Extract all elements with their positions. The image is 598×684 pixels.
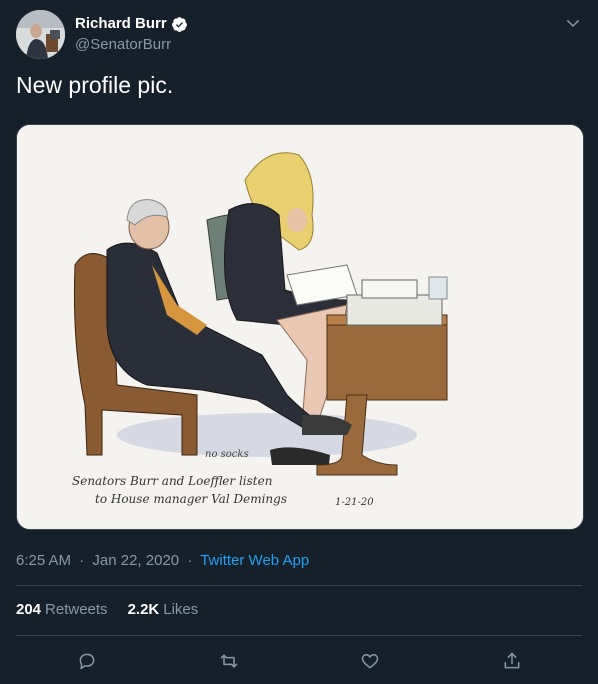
user-names: Richard Burr @SenatorBurr (75, 14, 188, 55)
sketch-caption-line-1: Senators Burr and Loeffler listen (72, 474, 272, 488)
tweet-date[interactable]: Jan 22, 2020 (92, 552, 179, 569)
sketch-date: 1-21-20 (335, 497, 374, 508)
divider (16, 635, 582, 636)
verified-badge-icon (171, 16, 188, 33)
divider (16, 585, 582, 586)
likes-stat[interactable]: 2.2K Likes (128, 600, 199, 620)
meta-separator: · (187, 552, 193, 569)
likes-count: 2.2K (127, 601, 160, 618)
tweet-header: Richard Burr @SenatorBurr (16, 10, 188, 59)
tweet-media-sketch[interactable]: no socks Senators Burr and Loeffler list… (16, 124, 584, 530)
retweets-stat[interactable]: 204 Retweets (16, 600, 108, 620)
tweet-actions (0, 648, 598, 674)
heart-icon[interactable] (357, 648, 383, 674)
tweet-meta: 6:25 AM · Jan 22, 2020 · Twitter Web App (16, 551, 309, 571)
user-handle[interactable]: @SenatorBurr (75, 35, 188, 55)
tweet-text: New profile pic. (16, 72, 174, 98)
retweets-label: Retweets (45, 601, 108, 618)
reply-icon[interactable] (74, 648, 100, 674)
meta-separator: · (79, 552, 85, 569)
tweet-detail: Richard Burr @SenatorBurr New profile pi… (0, 0, 598, 684)
sketch-caption-line-2: to House manager Val Demings (95, 492, 287, 506)
tweet-time[interactable]: 6:25 AM (16, 552, 71, 569)
display-name[interactable]: Richard Burr (75, 14, 167, 34)
chevron-down-icon[interactable] (564, 14, 582, 32)
retweets-count: 204 (16, 601, 42, 618)
display-name-row[interactable]: Richard Burr (75, 14, 188, 34)
tweet-stats: 204 Retweets 2.2K Likes (16, 600, 218, 620)
retweet-icon[interactable] (216, 648, 242, 674)
share-icon[interactable] (499, 648, 525, 674)
sketch-note: no socks (205, 449, 249, 460)
likes-label: Likes (163, 601, 199, 618)
avatar[interactable] (16, 10, 65, 59)
tweet-source-link[interactable]: Twitter Web App (200, 552, 309, 569)
